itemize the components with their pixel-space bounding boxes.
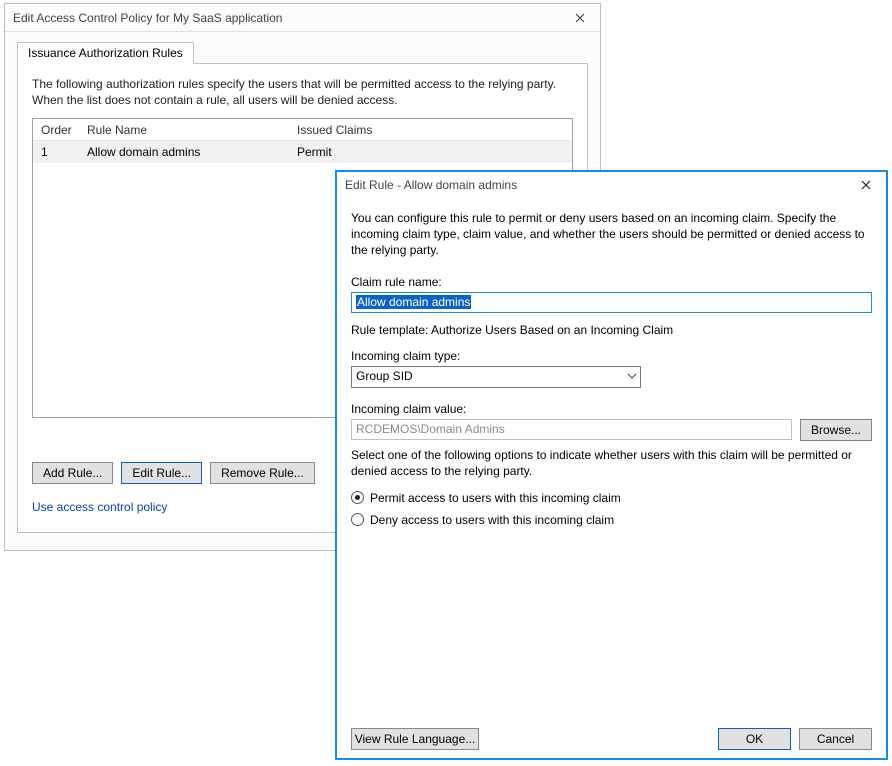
close-icon[interactable] [854,177,878,193]
dialog1-titlebar: Edit Access Control Policy for My SaaS a… [5,4,600,32]
col-order: Order [33,120,79,140]
incoming-claim-type-select[interactable]: Group SID [351,366,641,388]
permit-deny-radios: Permit access to users with this incomin… [351,487,872,531]
dialog2-body: You can configure this rule to permit or… [337,198,886,758]
tab-issuance-rules[interactable]: Issuance Authorization Rules [17,42,194,64]
incoming-claim-value-label: Incoming claim value: [351,402,872,416]
radio-permit-label: Permit access to users with this incomin… [370,491,621,505]
cancel-button[interactable]: Cancel [799,728,872,750]
claim-rule-name-label: Claim rule name: [351,275,872,289]
incoming-claim-type-value: Group SID [356,369,413,383]
rule-template-line: Rule template: Authorize Users Based on … [351,323,872,337]
incoming-claim-type-select-wrap: Group SID [351,366,641,388]
dialog2-footer: View Rule Language... OK Cancel [351,716,872,750]
remove-rule-button[interactable]: Remove Rule... [210,462,315,484]
cell-name: Allow domain admins [79,142,289,162]
cell-claims: Permit [289,142,572,162]
tab-row: Issuance Authorization Rules [17,42,588,64]
col-name: Rule Name [79,120,289,140]
rules-description: The following authorization rules specif… [32,76,573,108]
radio-deny-row[interactable]: Deny access to users with this incoming … [351,509,872,531]
rule-buttons-row: Add Rule... Edit Rule... Remove Rule... [32,462,315,484]
edit-rule-dialog: Edit Rule - Allow domain admins You can … [335,170,888,760]
dialog2-ok-button[interactable]: OK [718,728,791,750]
incoming-claim-type-label: Incoming claim type: [351,349,872,363]
close-icon[interactable] [568,10,592,26]
dialog2-title: Edit Rule - Allow domain admins [345,178,517,192]
table-header: Order Rule Name Issued Claims [33,119,572,141]
add-rule-button[interactable]: Add Rule... [32,462,113,484]
table-row[interactable]: 1 Allow domain admins Permit [33,141,572,163]
claim-rule-name-value: Allow domain admins [356,295,471,309]
radio-deny[interactable] [351,513,364,526]
claim-rule-name-input[interactable]: Allow domain admins [351,292,872,313]
dialog2-titlebar: Edit Rule - Allow domain admins [337,172,886,198]
cell-order: 1 [33,142,79,162]
use-policy-link[interactable]: Use access control policy [32,500,167,514]
radio-permit[interactable] [351,491,364,504]
claim-value-row: RCDEMOS\Domain Admins Browse... [351,419,872,441]
browse-button[interactable]: Browse... [800,419,872,441]
incoming-claim-value-field[interactable]: RCDEMOS\Domain Admins [351,419,792,440]
options-intro: Select one of the following options to i… [351,447,872,479]
col-claims: Issued Claims [289,120,572,140]
intro-text: You can configure this rule to permit or… [351,210,872,259]
radio-deny-label: Deny access to users with this incoming … [370,513,614,527]
dialog1-title: Edit Access Control Policy for My SaaS a… [13,11,282,25]
edit-rule-button[interactable]: Edit Rule... [121,462,202,484]
radio-permit-row[interactable]: Permit access to users with this incomin… [351,487,872,509]
view-rule-language-button[interactable]: View Rule Language... [351,728,479,750]
